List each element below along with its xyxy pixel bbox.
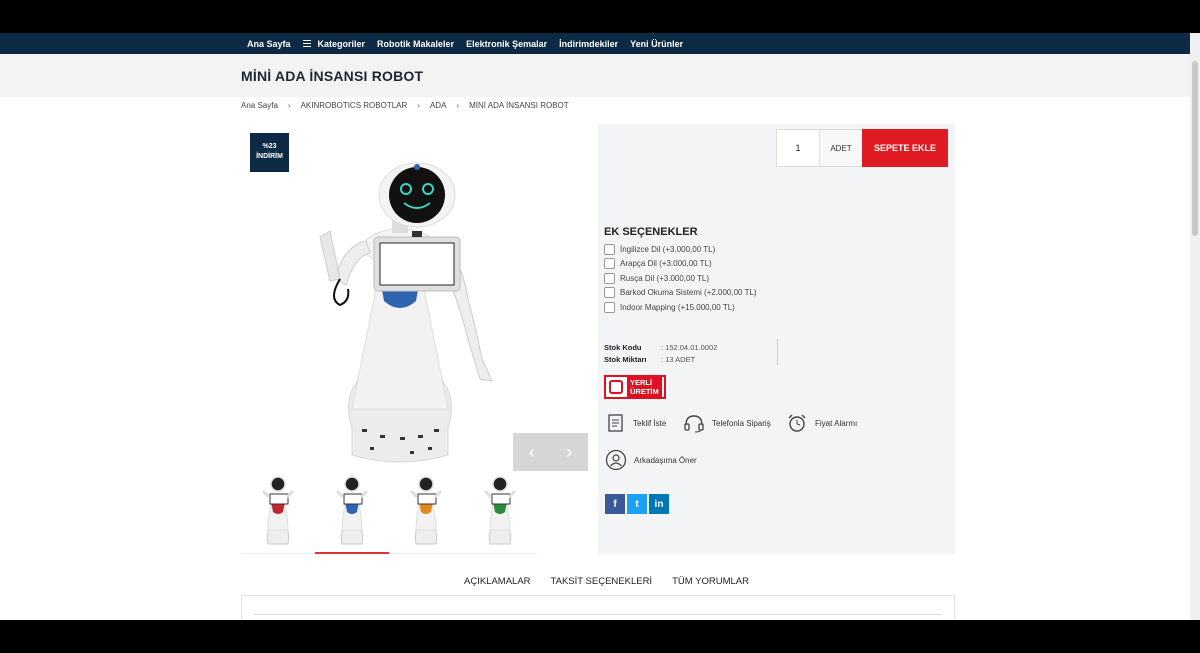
option-label: Rusça Dil (+3.000,00 TL) xyxy=(620,273,710,283)
option-arabic[interactable]: Arapça Dil (+3.000,00 TL) xyxy=(604,257,757,272)
title-bar: MİNİ ADA İNSANSI ROBOT xyxy=(0,54,1200,97)
nav-home[interactable]: Ana Sayfa xyxy=(247,39,291,49)
breadcrumb-current: MİNİ ADA İNSANSI ROBOT xyxy=(469,101,569,110)
request-quote-link[interactable]: Teklif İste xyxy=(606,413,666,433)
option-indoor-mapping[interactable]: Indoor Mapping (+15.000,00 TL) xyxy=(604,300,757,315)
extra-options-title: EK SEÇENEKLER xyxy=(604,226,698,238)
option-label: İngilizce Dil (+3.000,00 TL) xyxy=(620,244,716,254)
gallery-prev-button[interactable]: ‹ xyxy=(513,433,551,471)
phone-order-link[interactable]: Telefonla Sipariş xyxy=(683,413,771,433)
top-nav: Ana Sayfa Kategoriler Robotik Makaleler … xyxy=(0,33,1200,54)
page-viewport: Ana Sayfa Kategoriler Robotik Makaleler … xyxy=(0,33,1200,620)
nav-discounts[interactable]: İndirimdekiler xyxy=(559,39,618,49)
local-production-badge: YERLİ ÜRETİM xyxy=(604,375,666,399)
thumbnail-robot-image xyxy=(410,476,442,545)
add-to-cart-button[interactable]: SEPETE EKLE xyxy=(862,129,948,167)
option-checkbox[interactable] xyxy=(604,243,615,255)
thumbnail-robot-image xyxy=(484,476,516,545)
user-icon xyxy=(605,449,627,471)
alarm-clock-icon xyxy=(788,414,806,432)
quantity-input[interactable]: 1 xyxy=(777,130,820,166)
price-alarm-link[interactable]: Fiyat Alarmı xyxy=(786,413,857,433)
option-russian[interactable]: Rusça Dil (+3.000,00 TL) xyxy=(604,271,757,286)
scrollbar-thumb[interactable] xyxy=(1192,61,1198,236)
gallery-thumbnail[interactable] xyxy=(315,474,389,554)
stock-qty-value: : 13 ADET xyxy=(661,354,696,364)
scrollbar[interactable] xyxy=(1190,33,1200,620)
breadcrumb-separator: › xyxy=(456,101,460,110)
linkedin-icon[interactable]: in xyxy=(649,494,669,514)
option-barcode[interactable]: Barkod Okuma Sistemi (+2.000,00 TL) xyxy=(604,286,757,301)
nav-categories-label: Kategoriler xyxy=(317,38,366,49)
stock-code-label: Stok Kodu xyxy=(604,343,642,352)
quantity-selector: 1 ADET xyxy=(776,129,863,167)
local-production-text: YERLİ ÜRETİM xyxy=(627,377,662,397)
gallery-next-button[interactable]: › xyxy=(551,433,589,471)
breadcrumb-ada[interactable]: ADA xyxy=(430,101,446,110)
option-english[interactable]: İngilizce Dil (+3.000,00 TL) xyxy=(604,242,757,257)
social-share: f t in xyxy=(605,494,671,514)
phone-order-label: Telefonla Sipariş xyxy=(712,418,771,428)
option-checkbox[interactable] xyxy=(604,287,615,299)
facebook-icon[interactable]: f xyxy=(605,494,625,514)
option-label: Indoor Mapping (+15.000,00 TL) xyxy=(620,302,735,312)
gallery-thumbnails xyxy=(241,474,537,554)
option-label: Arapça Dil (+3.000,00 TL) xyxy=(620,259,712,269)
breadcrumb-akinrobotics[interactable]: AKINROBOTICS ROBOTLAR xyxy=(301,101,408,110)
gallery-thumbnail[interactable] xyxy=(389,474,463,554)
twitter-icon[interactable]: t xyxy=(627,494,647,514)
discount-badge: %23 İNDİRİM xyxy=(250,133,289,172)
price-alarm-label: Fiyat Alarmı xyxy=(815,418,858,428)
option-checkbox[interactable] xyxy=(604,272,615,284)
discount-percent: %23 xyxy=(262,143,277,150)
gallery-thumbnail[interactable] xyxy=(463,474,537,554)
menu-icon xyxy=(302,40,311,47)
tab-descriptions[interactable]: AÇIKLAMALAR xyxy=(454,570,541,597)
headset-icon xyxy=(684,415,704,433)
suggest-friend-link[interactable]: Arkadaşıma Öner xyxy=(605,449,697,471)
thumbnail-robot-image xyxy=(262,476,294,545)
product-tabs: AÇIKLAMALAR TAKSİT SEÇENEKLERİ TÜM YORUM… xyxy=(454,570,759,597)
option-checkbox[interactable] xyxy=(604,301,615,313)
local-production-line2: ÜRETİM xyxy=(630,387,659,396)
suggest-friend-label: Arkadaşıma Öner xyxy=(634,455,697,465)
breadcrumb-home[interactable]: Ana Sayfa xyxy=(241,101,278,110)
breadcrumb-separator: › xyxy=(417,101,420,110)
thumbnail-robot-image xyxy=(336,476,368,545)
breadcrumb-separator: › xyxy=(287,101,291,110)
nav-robotics-articles[interactable]: Robotik Makaleler xyxy=(377,39,454,49)
tab-reviews[interactable]: TÜM YORUMLAR xyxy=(662,570,759,597)
breadcrumb: Ana Sayfa › AKINROBOTICS ROBOTLAR › ADA … xyxy=(241,101,569,110)
request-quote-label: Teklif İste xyxy=(633,418,667,428)
tab-content xyxy=(241,595,955,620)
divider xyxy=(254,614,942,615)
nav-new-products[interactable]: Yeni Ürünler xyxy=(630,39,683,49)
document-icon xyxy=(608,414,623,432)
handshake-icon xyxy=(609,380,623,394)
nav-electronic-schemes[interactable]: Elektronik Şemalar xyxy=(466,39,547,49)
quantity-unit: ADET xyxy=(820,130,862,166)
local-production-line1: YERLİ xyxy=(630,378,653,387)
tab-installments[interactable]: TAKSİT SEÇENEKLERİ xyxy=(541,570,663,597)
nav-categories[interactable]: Kategoriler xyxy=(302,38,366,49)
gallery-navigation: ‹ › xyxy=(513,433,588,471)
product-main-image[interactable] xyxy=(300,129,500,469)
option-label: Barkod Okuma Sistemi (+2.000,00 TL) xyxy=(620,288,757,298)
option-checkbox[interactable] xyxy=(604,258,615,270)
stock-info: Stok Kodu : 152.04.01.0002 Stok Miktarı : … xyxy=(604,342,717,365)
divider xyxy=(777,339,778,365)
gallery-thumbnail[interactable] xyxy=(241,474,315,554)
page-title: MİNİ ADA İNSANSI ROBOT xyxy=(241,67,424,84)
extra-options-list: İngilizce Dil (+3.000,00 TL) Arapça Dil … xyxy=(604,242,757,315)
stock-qty-label: Stok Miktarı xyxy=(604,354,647,364)
discount-label: İNDİRİM xyxy=(256,153,283,160)
stock-code-value: : 152.04.01.0002 xyxy=(661,343,718,352)
